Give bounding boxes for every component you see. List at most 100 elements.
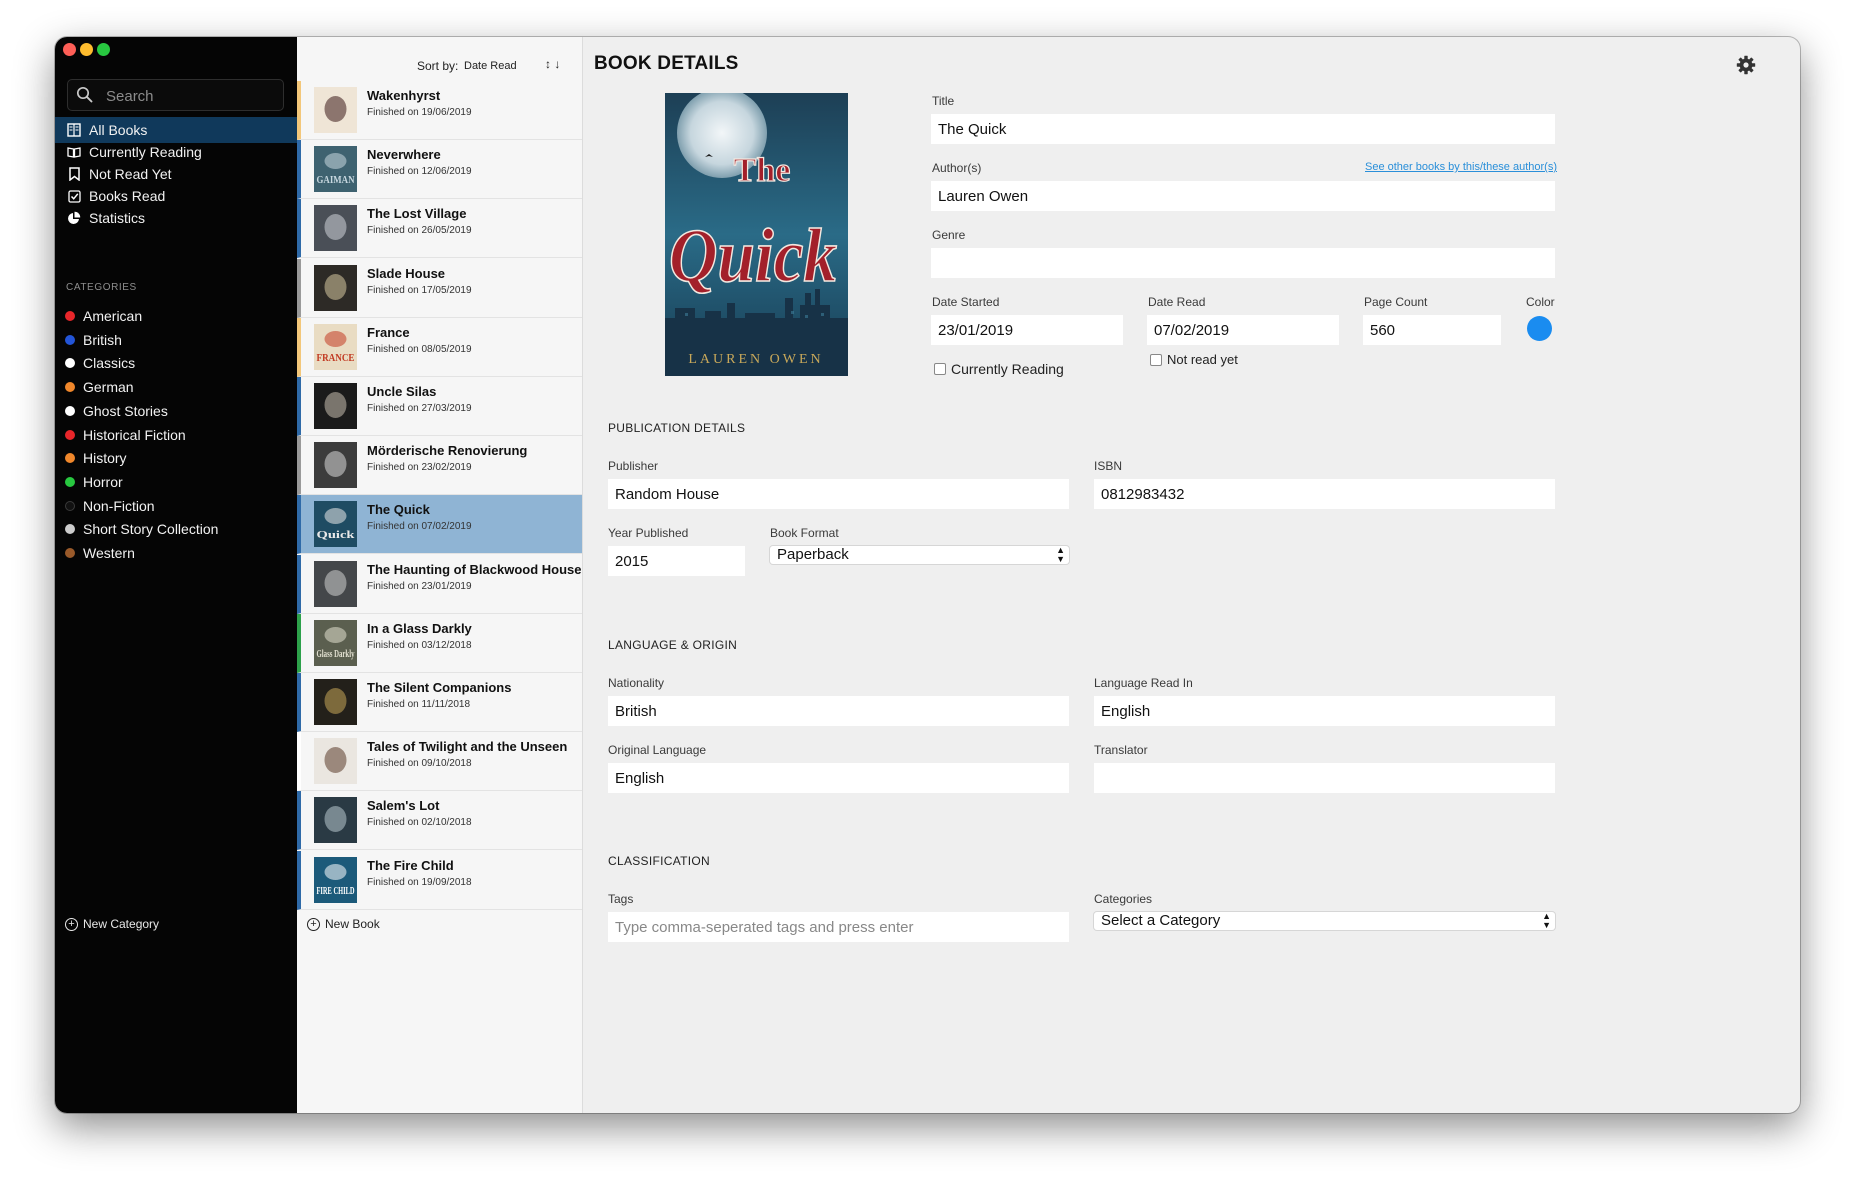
category-item[interactable]: Short Story Collection	[55, 517, 297, 541]
category-label: Horror	[83, 473, 123, 490]
see-other-books-link[interactable]: See other books by this/these author(s)	[1365, 161, 1557, 173]
book-list-item[interactable]: The Lost Village Finished on 26/05/2019	[297, 199, 582, 259]
book-list-item[interactable]: The Haunting of Blackwood House Finished …	[297, 554, 582, 614]
book-list-item[interactable]: Wakenhyrst Finished on 19/06/2019	[297, 81, 582, 140]
book-finished-date: Finished on 26/05/2019	[367, 225, 472, 237]
category-label: Non-Fiction	[83, 497, 155, 514]
category-color-dot	[65, 358, 75, 369]
category-color-dot	[65, 524, 75, 535]
book-title: Uncle Silas	[367, 384, 437, 399]
book-list-item[interactable]: Slade House Finished on 17/05/2019	[297, 258, 582, 318]
book-thumbnail	[314, 679, 357, 725]
book-list-item[interactable]: GAIMAN Neverwhere Finished on 12/06/2019	[297, 140, 582, 200]
category-item[interactable]: History	[55, 446, 297, 470]
book-list-item[interactable]: Mörderische Renovierung Finished on 23/02…	[297, 436, 582, 496]
category-label: British	[83, 331, 122, 348]
original-language-label: Original Language	[608, 743, 707, 757]
sidebar-item-label: Books Read	[89, 188, 166, 204]
not-read-yet-label: Not read yet	[1167, 352, 1238, 367]
book-title: Neverwhere	[367, 147, 441, 163]
category-item[interactable]: Horror	[55, 470, 297, 494]
pie-chart-icon	[67, 211, 81, 225]
category-item[interactable]: German	[55, 375, 297, 399]
category-item[interactable]: Historical Fiction	[55, 423, 297, 447]
year-published-field[interactable]	[608, 546, 745, 576]
book-thumbnail	[314, 383, 357, 429]
svg-text:GAIMAN: GAIMAN	[317, 174, 355, 186]
sidebar-item-statistics[interactable]: Statistics	[55, 205, 297, 231]
book-format-select[interactable]: Paperback ▲ ▼	[770, 546, 1069, 564]
book-finished-date: Finished on 27/03/2019	[367, 403, 472, 414]
book-finished-date: Finished on 07/02/2019	[367, 521, 472, 533]
currently-reading-checkbox[interactable]: Currently Reading	[934, 361, 1064, 377]
color-picker[interactable]	[1527, 316, 1552, 341]
original-language-field[interactable]	[608, 763, 1069, 793]
translator-field[interactable]	[1094, 763, 1555, 793]
category-item[interactable]: Ghost Stories	[55, 399, 297, 423]
book-title: Slade House	[367, 265, 446, 281]
zoom-window-button[interactable]	[97, 43, 110, 56]
publisher-field[interactable]	[608, 479, 1069, 509]
date-read-label: Date Read	[1148, 295, 1206, 309]
svg-text:Quick: Quick	[317, 529, 356, 541]
sort-select[interactable]: Date Read	[464, 60, 517, 72]
category-item[interactable]: Non-Fiction	[55, 494, 297, 518]
book-list-item[interactable]: FRANCE France Finished on 08/05/2019	[297, 317, 582, 377]
book-list-item[interactable]: FIRE CHILD The Fire Child Finished on 19/0…	[297, 850, 582, 910]
categories-select[interactable]: Select a Category ▲ ▼	[1094, 912, 1555, 930]
genre-field[interactable]	[931, 248, 1555, 278]
book-finished-date: Finished on 19/09/2018	[367, 876, 472, 888]
book-cover-image: The Quick LAUREN OWEN	[665, 93, 848, 376]
minimize-window-button[interactable]	[80, 43, 93, 56]
book-thumbnail	[314, 560, 357, 607]
language-read-label: Language Read In	[1094, 676, 1193, 690]
new-book-button[interactable]: + New Book	[307, 917, 380, 931]
book-title: In a Glass Darkly	[367, 620, 472, 636]
nationality-label: Nationality	[608, 676, 665, 690]
book-list-item[interactable]: Uncle Silas Finished on 27/03/2019	[297, 377, 582, 436]
isbn-label: ISBN	[1094, 459, 1123, 473]
category-color-dot	[65, 311, 75, 321]
date-read-field[interactable]	[1147, 315, 1339, 345]
category-item[interactable]: Western	[55, 541, 297, 565]
language-heading: LANGUAGE & ORIGIN	[608, 638, 738, 652]
book-thumbnail: Quick	[314, 501, 357, 548]
category-item[interactable]: American	[55, 304, 297, 328]
book-title: The Lost Village	[367, 206, 467, 222]
category-color-dot	[65, 548, 75, 558]
authors-field[interactable]	[931, 181, 1555, 211]
search-input[interactable]	[104, 84, 278, 108]
page-count-field[interactable]	[1363, 315, 1501, 345]
book-list-item[interactable]: Salem's Lot Finished on 02/10/2018	[297, 791, 582, 851]
new-category-button[interactable]: + New Category	[65, 917, 159, 931]
sidebar-item-label: Currently Reading	[89, 144, 202, 160]
book-title: The Quick	[367, 502, 430, 518]
book-finished-date: Finished on 12/06/2019	[367, 166, 472, 178]
isbn-field[interactable]	[1094, 479, 1555, 509]
category-item[interactable]: British	[55, 328, 297, 352]
books-icon	[67, 123, 81, 137]
language-read-field[interactable]	[1094, 696, 1555, 726]
category-item[interactable]: Classics	[55, 351, 297, 375]
book-title: Tales of Twilight and the Unseen	[367, 739, 568, 755]
book-list-item[interactable]: The Silent Companions Finished on 11/11/2…	[297, 673, 582, 732]
not-read-yet-checkbox[interactable]: Not read yet	[1150, 352, 1238, 367]
category-color-dot	[65, 453, 75, 464]
book-list-item[interactable]: Quick The Quick Finished on 07/02/2019	[297, 495, 582, 555]
close-window-button[interactable]	[63, 43, 76, 56]
book-thumbnail	[314, 797, 357, 844]
title-field[interactable]	[931, 114, 1555, 144]
book-thumbnail	[314, 205, 357, 252]
publisher-label: Publisher	[608, 459, 659, 473]
nationality-field[interactable]	[608, 696, 1069, 726]
book-list-item[interactable]: Tales of Twilight and the Unseen Finished…	[297, 732, 582, 792]
category-label: American	[83, 308, 143, 324]
date-started-field[interactable]	[931, 315, 1123, 345]
tags-input[interactable]	[608, 912, 1069, 942]
book-finished-date: Finished on 17/05/2019	[367, 284, 472, 296]
title-label: Title	[932, 94, 955, 108]
book-list-item[interactable]: Glass Darkly In a Glass Darkly Finished on…	[297, 613, 582, 673]
sort-direction-icon[interactable]: ↕ ↓	[545, 57, 560, 71]
sidebar: All Books Currently Reading Not Read Yet…	[55, 37, 297, 1113]
gear-icon[interactable]	[1736, 55, 1756, 80]
